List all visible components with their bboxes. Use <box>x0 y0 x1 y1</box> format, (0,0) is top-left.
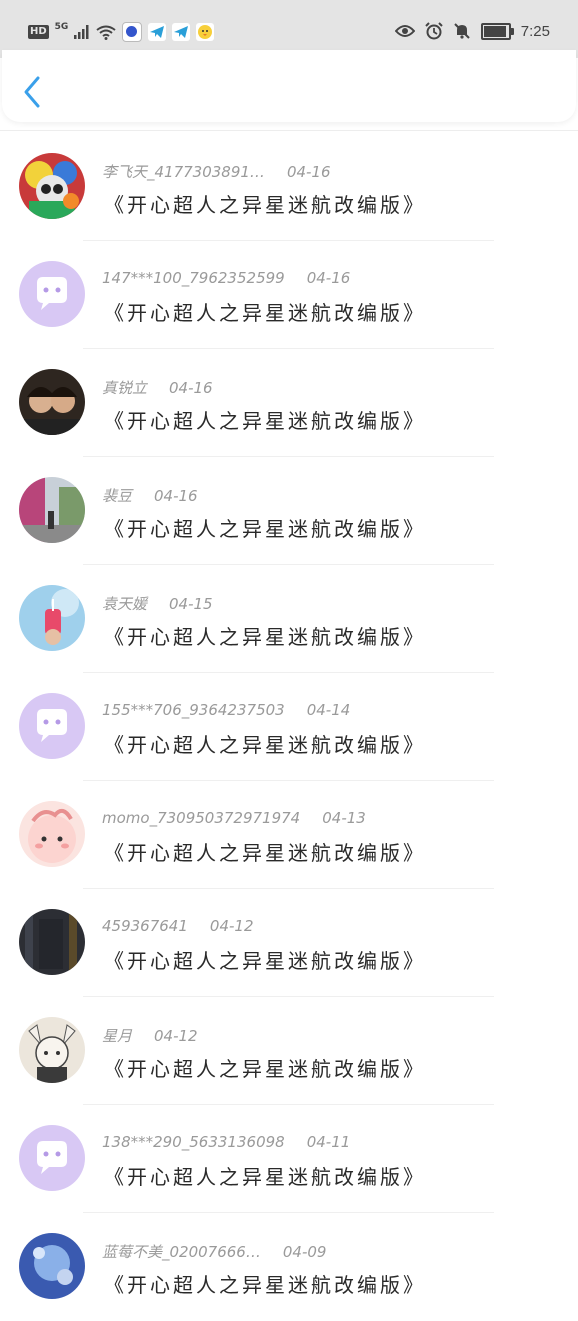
comment-list[interactable]: 李飞天_4177303891… 04-16 《开心超人之异星迷航改编版》 147*… <box>0 133 578 1321</box>
comment-date: 04-09 <box>282 1243 327 1261</box>
header-divider <box>0 130 578 131</box>
comment-username[interactable]: 星月 <box>102 1027 132 1045</box>
comment-meta: momo_730950372971974 04-13 <box>102 809 366 827</box>
comment-item[interactable]: 蓝莓不美_02007666… 04-09 《开心超人之异星迷航改编版》 <box>0 1213 578 1321</box>
comment-username[interactable]: 147***100_7962352599 <box>102 269 285 287</box>
comment-username[interactable]: 真锐立 <box>102 379 147 397</box>
user-avatar[interactable] <box>19 585 85 651</box>
comment-username[interactable]: 155***706_9364237503 <box>102 701 285 719</box>
comment-item[interactable]: 星月 04-12 《开心超人之异星迷航改编版》 <box>0 997 578 1105</box>
comment-item[interactable]: 袁天媛 04-15 《开心超人之异星迷航改编版》 <box>0 565 578 673</box>
user-avatar[interactable] <box>19 1017 85 1083</box>
comment-item[interactable]: 155***706_9364237503 04-14 《开心超人之异星迷航改编版》 <box>0 673 578 781</box>
user-avatar[interactable] <box>19 1233 85 1299</box>
comment-username[interactable]: 李飞天_4177303891… <box>102 163 265 181</box>
comment-text: 《开心超人之异星迷航改编版》 <box>104 625 426 649</box>
comment-date: 04-11 <box>306 1133 351 1151</box>
comment-username[interactable]: 459367641 <box>102 917 188 935</box>
comment-text: 《开心超人之异星迷航改编版》 <box>104 517 426 541</box>
user-avatar[interactable] <box>19 477 85 543</box>
telegram-icon <box>148 23 167 41</box>
comment-text: 《开心超人之异星迷航改编版》 <box>104 1273 426 1297</box>
comment-item[interactable]: 459367641 04-12 《开心超人之异星迷航改编版》 <box>0 889 578 997</box>
telegram-icon <box>172 23 191 41</box>
user-avatar[interactable] <box>19 153 85 219</box>
comment-meta: 138***290_5633136098 04-11 <box>102 1133 350 1151</box>
comment-text: 《开心超人之异星迷航改编版》 <box>104 301 426 325</box>
chick-app-icon <box>196 23 215 41</box>
comment-date: 04-14 <box>306 701 351 719</box>
user-avatar[interactable] <box>19 801 85 867</box>
comment-text: 《开心超人之异星迷航改编版》 <box>104 409 426 433</box>
network-type-label: 5G <box>54 22 69 32</box>
comment-meta: 星月 04-12 <box>102 1025 198 1046</box>
back-button[interactable] <box>18 74 48 110</box>
status-time: 7:25 <box>520 22 550 40</box>
comment-meta: 蓝莓不美_02007666… 04-09 <box>102 1241 326 1262</box>
comment-username[interactable]: 裴豆 <box>102 487 132 505</box>
comment-meta: 155***706_9364237503 04-14 <box>102 701 350 719</box>
comment-date: 04-16 <box>306 269 351 287</box>
top-app-bar <box>2 50 576 122</box>
status-bar-left: HD 5G <box>28 22 215 42</box>
comment-text: 《开心超人之异星迷航改编版》 <box>104 733 426 757</box>
comment-username[interactable]: momo_730950372971974 <box>102 809 300 827</box>
comment-item[interactable]: 真锐立 04-16 《开心超人之异星迷航改编版》 <box>0 349 578 457</box>
comment-item[interactable]: momo_730950372971974 04-13 《开心超人之异星迷航改编版》 <box>0 781 578 889</box>
comment-meta: 袁天媛 04-15 <box>102 593 213 614</box>
user-avatar[interactable] <box>19 909 85 975</box>
comment-date: 04-16 <box>154 487 198 505</box>
chevron-left-icon <box>24 76 40 108</box>
comment-date: 04-15 <box>169 595 213 613</box>
comment-username[interactable]: 138***290_5633136098 <box>102 1133 285 1151</box>
mute-icon <box>454 23 470 39</box>
wifi-icon <box>96 25 116 40</box>
comment-meta: 147***100_7962352599 04-16 <box>102 269 350 287</box>
comment-item[interactable]: 138***290_5633136098 04-11 《开心超人之异星迷航改编版》 <box>0 1105 578 1213</box>
comment-meta: 真锐立 04-16 <box>102 377 213 398</box>
comment-date: 04-16 <box>286 163 331 181</box>
app-notification-icon <box>122 22 143 42</box>
comment-text: 《开心超人之异星迷航改编版》 <box>104 841 426 865</box>
default-avatar[interactable] <box>19 1125 85 1191</box>
signal-icon <box>74 25 89 39</box>
comment-username[interactable]: 袁天媛 <box>102 595 147 613</box>
comment-username[interactable]: 蓝莓不美_02007666… <box>102 1243 261 1261</box>
status-bar-right: 7:25 <box>394 22 550 40</box>
comment-item[interactable]: 李飞天_4177303891… 04-16 《开心超人之异星迷航改编版》 <box>0 133 578 241</box>
comment-text: 《开心超人之异星迷航改编版》 <box>104 193 426 217</box>
default-avatar[interactable] <box>19 693 85 759</box>
comment-date: 04-16 <box>169 379 213 397</box>
comment-date: 04-13 <box>322 809 366 827</box>
comment-meta: 裴豆 04-16 <box>102 485 198 506</box>
comment-date: 04-12 <box>154 1027 198 1045</box>
comment-item[interactable]: 147***100_7962352599 04-16 《开心超人之异星迷航改编版》 <box>0 241 578 349</box>
alarm-icon <box>425 22 443 40</box>
comment-meta: 李飞天_4177303891… 04-16 <box>102 161 331 182</box>
default-avatar[interactable] <box>19 261 85 327</box>
hd-icon: HD <box>28 25 49 39</box>
comment-date: 04-12 <box>209 917 254 935</box>
comment-text: 《开心超人之异星迷航改编版》 <box>104 949 426 973</box>
eye-icon <box>394 25 415 37</box>
comment-item[interactable]: 裴豆 04-16 《开心超人之异星迷航改编版》 <box>0 457 578 565</box>
comment-text: 《开心超人之异星迷航改编版》 <box>104 1057 426 1081</box>
battery-icon <box>480 22 514 40</box>
user-avatar[interactable] <box>19 369 85 435</box>
comment-meta: 459367641 04-12 <box>102 917 254 935</box>
comment-text: 《开心超人之异星迷航改编版》 <box>104 1165 426 1189</box>
